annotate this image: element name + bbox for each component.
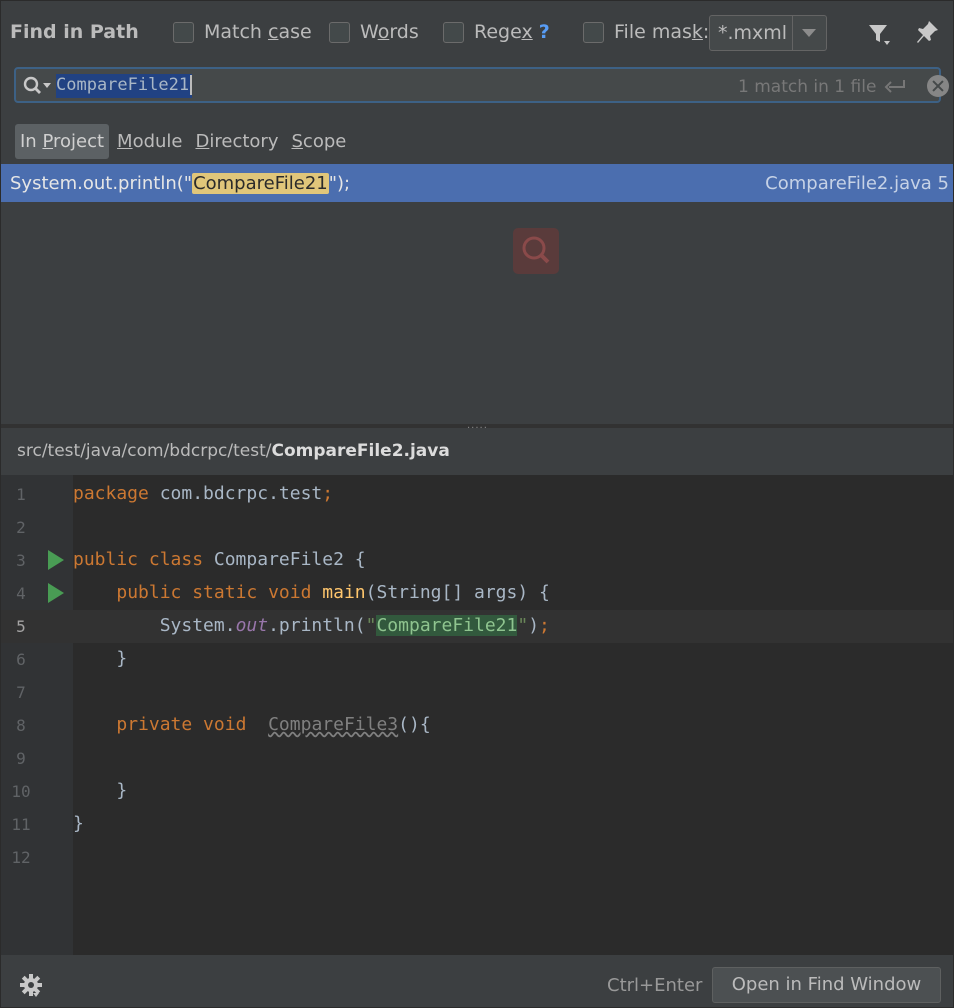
line-number: 10 — [11, 782, 31, 801]
code-text: System.out.println("CompareFile21"); — [159, 615, 550, 636]
preview-path-bar: src/test/java/com/bdcrpc/test/CompareFil… — [1, 428, 953, 475]
match-count: 1 match in 1 file — [738, 77, 877, 97]
code-text: public class CompareFile2 { — [73, 549, 366, 570]
line-number: 6 — [16, 650, 26, 669]
line-number: 4 — [16, 584, 26, 603]
file-mask-value[interactable]: *.mxml — [718, 22, 787, 44]
code-line: 12 — [1, 841, 953, 874]
text-caret — [190, 75, 193, 95]
line-number: 3 — [16, 551, 26, 570]
code-text: } — [73, 780, 128, 801]
result-match-highlight: CompareFile21 — [192, 173, 329, 194]
find-in-path-dialog: Find in Path Match case Words Regex ? Fi… — [0, 0, 954, 1008]
file-mask-option[interactable]: File mask: — [583, 21, 709, 43]
match-case-label: Match case — [204, 21, 312, 43]
line-number: 5 — [16, 617, 26, 636]
line-number: 11 — [11, 815, 31, 834]
search-input[interactable]: CompareFile21 — [56, 74, 193, 98]
gear-icon[interactable] — [19, 973, 43, 997]
search-icon[interactable] — [22, 75, 54, 97]
current-code-line: 5 System.out.println("CompareFile21"); — [1, 610, 953, 643]
code-line: 1 package com.bdcrpc.test; — [1, 478, 953, 511]
result-file: CompareFile2.java 5 — [765, 173, 949, 194]
results-list: System.out.println("CompareFile21"); Com… — [1, 164, 953, 424]
match-case-checkbox[interactable] — [173, 21, 194, 43]
loading-icon — [513, 228, 559, 274]
search-field[interactable]: CompareFile21 1 match in 1 file — [14, 67, 949, 103]
dialog-title: Find in Path — [10, 21, 139, 43]
tab-directory[interactable]: Directory — [191, 124, 284, 159]
code-line: 3 public class CompareFile2 { — [1, 544, 953, 577]
code-line: 6 } — [1, 643, 953, 676]
code-text: } — [73, 813, 84, 834]
scope-tabs: In Project Module Directory Scope — [15, 124, 354, 159]
run-icon[interactable] — [48, 550, 64, 570]
words-option[interactable]: Words — [329, 21, 419, 43]
line-number: 7 — [16, 683, 26, 702]
line-number: 9 — [16, 749, 26, 768]
header: Find in Path Match case Words Regex ? Fi… — [1, 1, 953, 65]
line-number: 8 — [16, 716, 26, 735]
file-mask-checkbox[interactable] — [583, 21, 604, 43]
code-line: 11 } — [1, 808, 953, 841]
tab-in-project[interactable]: In Project — [15, 124, 110, 159]
line-number: 2 — [16, 518, 26, 537]
result-row[interactable]: System.out.println("CompareFile21"); Com… — [1, 164, 953, 202]
words-label: Words — [360, 21, 419, 43]
code-match-highlight: CompareFile21 — [376, 615, 518, 636]
code-text: } — [73, 648, 128, 669]
enter-icon[interactable] — [884, 78, 908, 94]
code-text: private void CompareFile3(){ — [116, 714, 431, 735]
result-code: System.out.println("CompareFile21"); — [10, 173, 351, 194]
code-line: 7 — [1, 676, 953, 709]
run-icon[interactable] — [48, 583, 64, 603]
words-checkbox[interactable] — [329, 21, 350, 43]
tab-module[interactable]: Module — [112, 124, 187, 159]
regex-label: Regex — [474, 21, 533, 43]
regex-help-link[interactable]: ? — [539, 21, 550, 43]
code-line: 4 public static void main(String[] args)… — [1, 577, 953, 610]
combobox-divider — [792, 16, 793, 50]
code-line: 2 — [1, 511, 953, 544]
match-case-option[interactable]: Match case — [173, 21, 312, 43]
line-number: 1 — [16, 485, 26, 504]
code-line: 8 private void CompareFile3(){ — [1, 709, 953, 742]
file-mask-combobox[interactable]: *.mxml — [709, 15, 827, 51]
filter-icon[interactable] — [867, 21, 893, 47]
code-preview[interactable]: 1 package com.bdcrpc.test; 2 3 public cl… — [1, 475, 953, 955]
line-number: 12 — [11, 848, 31, 867]
open-in-find-window-button[interactable]: Open in Find Window — [712, 967, 941, 1003]
regex-checkbox[interactable] — [443, 21, 464, 43]
code-text: public static void main(String[] args) { — [116, 582, 550, 603]
footer: Ctrl+Enter Open in Find Window — [1, 955, 953, 1007]
tab-scope[interactable]: Scope — [286, 124, 351, 159]
chevron-down-icon[interactable] — [802, 29, 816, 37]
code-line: 9 — [1, 742, 953, 775]
code-line: 10 } — [1, 775, 953, 808]
preview-path: src/test/java/com/bdcrpc/test/CompareFil… — [17, 441, 450, 461]
clear-icon[interactable] — [927, 75, 949, 97]
file-mask-label: File mask: — [614, 21, 710, 43]
pin-icon[interactable] — [914, 19, 940, 45]
regex-option[interactable]: Regex ? — [443, 21, 550, 43]
code-text: package com.bdcrpc.test; — [73, 483, 334, 504]
shortcut-hint: Ctrl+Enter — [607, 975, 703, 996]
